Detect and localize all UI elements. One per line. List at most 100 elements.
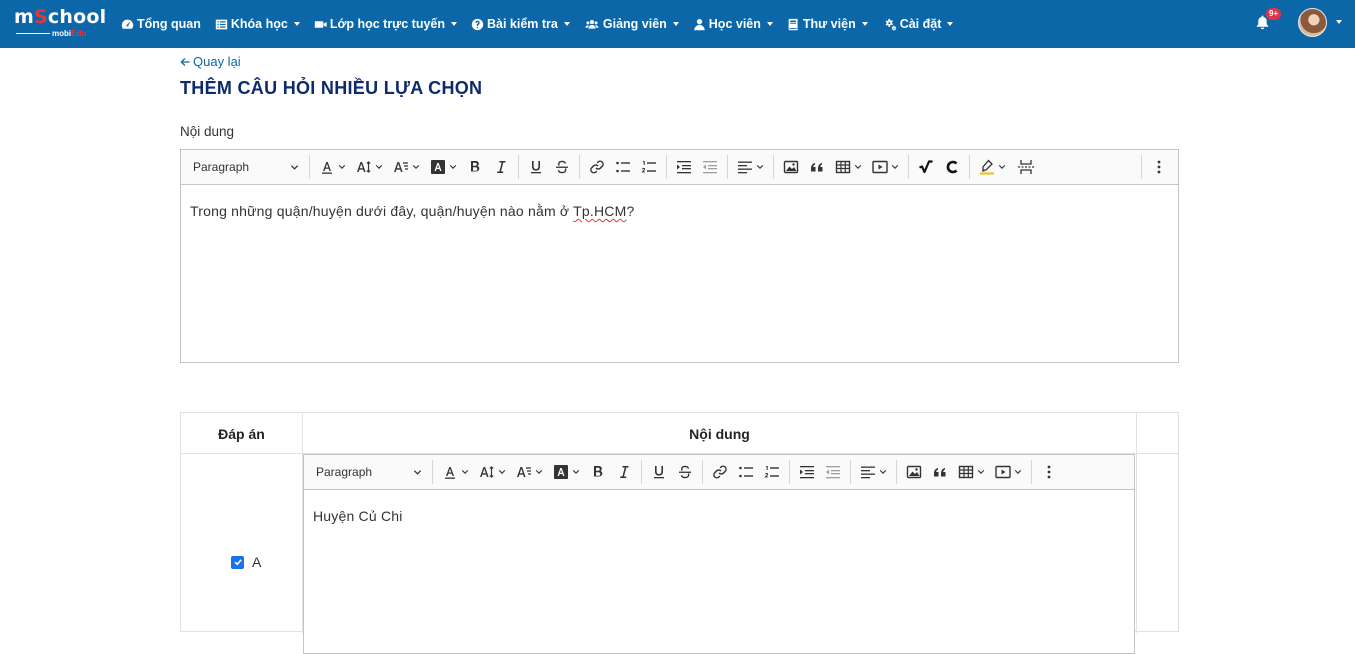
answer-option-a: A: [231, 554, 261, 570]
back-link[interactable]: Quay lại: [180, 54, 241, 69]
chevron-down-icon: [413, 469, 422, 475]
table-icon: [958, 465, 974, 479]
blockquote-button[interactable]: [804, 154, 830, 180]
strikethrough-button[interactable]: [549, 154, 575, 180]
chemistry-formula-button[interactable]: [939, 154, 965, 180]
insert-image-button[interactable]: [778, 154, 804, 180]
nav-label: Cài đặt: [899, 17, 942, 31]
outdent-button[interactable]: [697, 154, 723, 180]
font-background-button[interactable]: [425, 154, 462, 180]
caret-down-icon: [861, 22, 868, 26]
more-tools-button[interactable]: [1146, 154, 1172, 180]
insert-table-button[interactable]: [830, 154, 867, 180]
numbered-list-button[interactable]: [636, 154, 662, 180]
nav-item-giang-vien[interactable]: Giảng viên: [584, 17, 679, 31]
font-size-icon: [480, 466, 494, 478]
bulleted-list-icon: [739, 466, 753, 478]
users-icon: [585, 19, 599, 29]
blockquote-button[interactable]: [927, 459, 953, 485]
page-break-button[interactable]: [1011, 154, 1041, 180]
nav-label: Khóa học: [230, 17, 288, 31]
outdent-icon: [703, 161, 717, 174]
math-sqrt-icon: [919, 160, 933, 174]
arrow-left-icon: [180, 57, 190, 66]
bold-button[interactable]: [585, 459, 611, 485]
nav-label: Bài kiểm tra: [487, 17, 558, 31]
outdent-icon: [826, 466, 840, 479]
bulleted-list-icon: [616, 161, 630, 173]
answer-a-text-area[interactable]: Huyện Củ Chi: [304, 490, 1134, 542]
question-text-area[interactable]: Trong những quận/huyện dưới đây, quận/hu…: [181, 185, 1178, 237]
math-formula-button[interactable]: [913, 154, 939, 180]
bulleted-list-button[interactable]: [610, 154, 636, 180]
font-background-icon: [554, 465, 568, 479]
vertical-dots-icon: [1157, 160, 1161, 174]
caret-down-icon[interactable]: [1336, 20, 1342, 24]
font-background-button[interactable]: [548, 459, 585, 485]
nav-item-cai-dat[interactable]: Cài đặt: [882, 17, 954, 31]
italic-button[interactable]: [488, 154, 514, 180]
font-family-icon: [517, 467, 531, 477]
italic-button[interactable]: [611, 459, 637, 485]
main-nav: Tổng quan Khóa học Lớp học trực tuyến Bà…: [121, 0, 967, 48]
insert-media-button[interactable]: [867, 154, 904, 180]
font-family-button[interactable]: [388, 154, 425, 180]
caret-down-icon: [947, 22, 954, 26]
nav-item-thu-vien[interactable]: Thư viện: [787, 17, 868, 31]
user-avatar[interactable]: [1298, 8, 1327, 37]
question-content-label: Nội dung: [180, 124, 235, 139]
content-column-header: Nội dung: [689, 425, 750, 442]
page-title: THÊM CÂU HỎI NHIỀU LỰA CHỌN: [180, 78, 483, 98]
nav-label: Tổng quan: [137, 17, 201, 31]
underline-button[interactable]: [646, 459, 672, 485]
paragraph-dropdown[interactable]: Paragraph: [187, 154, 305, 180]
highlight-button[interactable]: [974, 154, 1011, 180]
insert-table-button[interactable]: [953, 459, 990, 485]
back-label: Quay lại: [193, 54, 241, 69]
link-button[interactable]: [584, 154, 610, 180]
font-size-button[interactable]: [474, 459, 511, 485]
mschool-logo[interactable]: mSchool mobiEdu: [14, 8, 106, 40]
underline-icon: [531, 161, 541, 174]
paragraph-dropdown[interactable]: Paragraph: [310, 459, 428, 485]
font-size-button[interactable]: [351, 154, 388, 180]
numbered-list-button[interactable]: [759, 459, 785, 485]
chevron-down-icon: [756, 165, 764, 169]
alignment-button[interactable]: [855, 459, 892, 485]
insert-media-button[interactable]: [990, 459, 1027, 485]
bold-button[interactable]: [462, 154, 488, 180]
link-button[interactable]: [707, 459, 733, 485]
font-color-button[interactable]: [437, 459, 474, 485]
nav-item-bai-kiem-tra[interactable]: Bài kiểm tra: [471, 17, 570, 31]
chevron-down-icon: [461, 470, 469, 474]
nav-item-lop-hoc-truc-tuyen[interactable]: Lớp học trực tuyến: [314, 17, 457, 31]
outdent-button[interactable]: [820, 459, 846, 485]
link-icon: [713, 465, 727, 479]
nav-item-hoc-vien[interactable]: Học viên: [693, 17, 773, 31]
chevron-down-icon: [535, 470, 543, 474]
chevron-down-icon: [572, 470, 580, 474]
question-circle-icon: [471, 18, 484, 30]
bulleted-list-button[interactable]: [733, 459, 759, 485]
indent-button[interactable]: [671, 154, 697, 180]
answer-a-correct-checkbox[interactable]: [231, 555, 244, 569]
paragraph-label: Paragraph: [316, 465, 373, 479]
nav-item-khoa-hoc[interactable]: Khóa học: [215, 17, 300, 31]
caret-down-icon: [563, 22, 570, 26]
book-icon: [788, 18, 798, 30]
chevron-down-icon: [375, 165, 383, 169]
more-tools-button[interactable]: [1036, 459, 1062, 485]
font-family-icon: [394, 162, 408, 172]
gears-icon: [885, 18, 896, 31]
font-color-button[interactable]: [314, 154, 351, 180]
nav-item-tong-quan[interactable]: Tổng quan: [121, 17, 201, 31]
chevron-down-icon: [891, 165, 899, 169]
insert-image-button[interactable]: [901, 459, 927, 485]
underline-button[interactable]: [523, 154, 549, 180]
font-family-button[interactable]: [511, 459, 548, 485]
indent-button[interactable]: [794, 459, 820, 485]
bold-icon: [471, 161, 480, 172]
alignment-button[interactable]: [732, 154, 769, 180]
strikethrough-button[interactable]: [672, 459, 698, 485]
highlighter-icon: [980, 159, 994, 175]
